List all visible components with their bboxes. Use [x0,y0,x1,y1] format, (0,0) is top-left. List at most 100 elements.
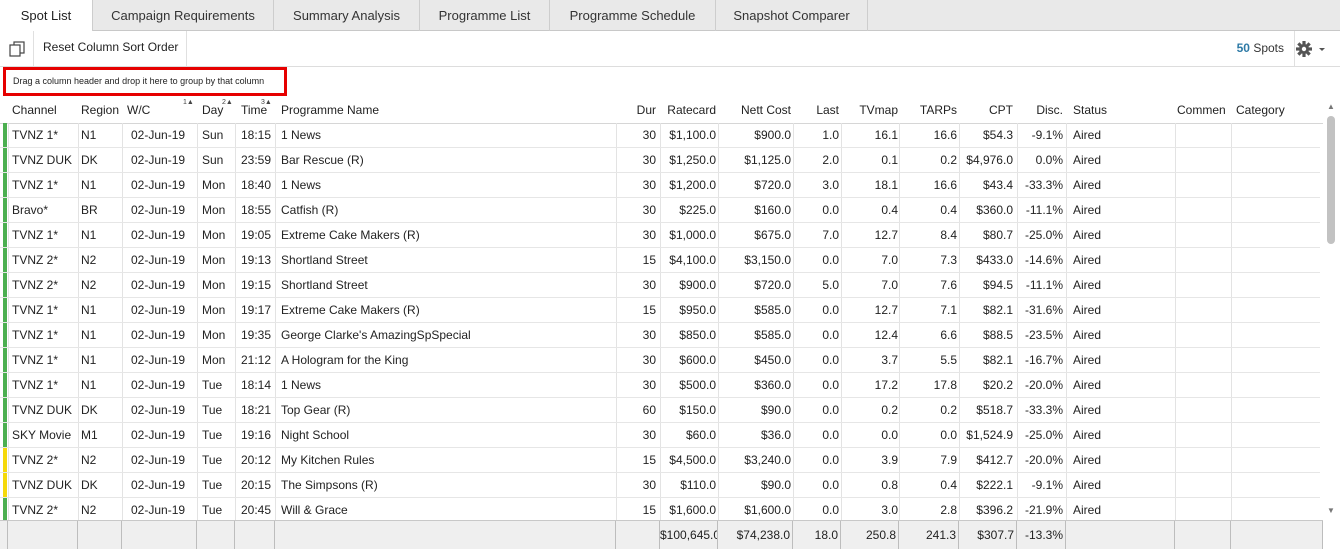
column-header-category[interactable]: Category [1236,98,1316,123]
grid-line [275,423,276,447]
cell-disc: -16.7% [1024,353,1063,367]
tab-snapshot-comparer[interactable]: Snapshot Comparer [716,0,868,31]
table-row[interactable]: TVNZ 1* N1 02-Jun-19 Mon 19:35 George Clarke'… [0,323,1320,348]
column-header-dur[interactable]: Dur [615,98,656,123]
cell-cpt: $222.1 [976,478,1013,492]
cell-tarps: 7.3 [940,253,957,267]
total-ratecard: $100,645.0 [660,521,718,549]
cell-time: 18:21 [241,403,272,417]
cell-tvmap: 0.0 [881,428,898,442]
column-header-programme-name[interactable]: Programme Name [281,98,611,123]
grid-line [197,298,198,322]
table-row[interactable]: TVNZ 2* N2 02-Jun-19 Mon 19:13 Shortland Stre… [0,248,1320,273]
column-header-region[interactable]: Region [81,98,126,123]
cell-dur: 30 [642,278,656,292]
table-row[interactable]: Bravo* BR 02-Jun-19 Mon 18:55 Catfish (R) 30 $2… [0,198,1320,223]
grid-line [1066,198,1067,222]
group-by-drop-zone[interactable]: Drag a column header and drop it here to… [3,67,287,96]
cell-status: Aired [1073,353,1102,367]
cell-programme-name: 1 News [281,128,322,142]
tab-summary-analysis[interactable]: Summary Analysis [274,0,420,31]
copy-icon[interactable] [6,38,28,60]
cell-day: Sun [202,153,224,167]
column-header-nett-cost[interactable]: Nett Cost [720,98,791,123]
reset-column-sort-button[interactable]: Reset Column Sort Order [43,40,178,54]
grid-line [1066,398,1067,422]
grid-line [197,423,198,447]
grid-line [1175,323,1176,347]
table-row[interactable]: TVNZ 1* N1 02-Jun-19 Sun 18:15 1 News 30 $1,100… [0,123,1320,148]
column-header-commen[interactable]: Commen [1177,98,1233,123]
cell-tarps: 2.8 [940,503,957,517]
cell-ratecard: $4,500.0 [669,453,716,467]
column-header-tvmap[interactable]: TVmap [842,98,898,123]
cell-cpt: $360.0 [976,203,1013,217]
cell-region: N1 [81,178,97,192]
table-row[interactable]: TVNZ 2* N2 02-Jun-19 Mon 19:15 Shortland Stre… [0,273,1320,298]
cell-last: 2.0 [822,153,839,167]
column-header-ratecard[interactable]: Ratecard [659,98,716,123]
cell-time: 18:14 [241,378,272,392]
cell-region: N2 [81,253,97,267]
tab-spot-list[interactable]: Spot List [0,0,93,32]
vertical-scrollbar[interactable]: ▲ ▼ [1324,98,1338,520]
column-header-tarps[interactable]: TARPs [901,98,957,123]
cell-last: 0.0 [822,328,839,342]
scrollbar-thumb[interactable] [1327,116,1335,244]
cell-tarps: 7.1 [940,303,957,317]
table-row[interactable]: TVNZ DUK DK 02-Jun-19 Tue 20:15 The Simpsons … [0,473,1320,498]
scroll-down-arrow-icon[interactable]: ▼ [1326,506,1336,516]
tab-programme-list[interactable]: Programme List [420,0,550,31]
column-header-status[interactable]: Status [1073,98,1173,123]
grid-line [275,473,276,497]
table-row[interactable]: TVNZ 2* N2 02-Jun-19 Tue 20:12 My Kitchen Rul… [0,448,1320,473]
table-row[interactable]: TVNZ 1* N1 02-Jun-19 Mon 21:12 A Hologram for… [0,348,1320,373]
cell-disc: 0.0% [1035,153,1063,167]
total-disc: -13.3% [1017,521,1066,549]
grid-line [1175,373,1176,397]
cell-programme-name: Bar Rescue (R) [281,153,364,167]
grid-line [275,448,276,472]
cell-category [1236,323,1316,348]
settings-gear-icon[interactable] [1294,38,1328,60]
cell-status: Aired [1073,478,1102,492]
column-header-channel[interactable]: Channel [12,98,80,123]
scroll-up-arrow-icon[interactable]: ▲ [1326,102,1336,112]
cell-nett-cost: $585.0 [754,328,791,342]
tab-programme-schedule[interactable]: Programme Schedule [550,0,716,31]
grid-line [1175,348,1176,372]
cell-commen [1177,448,1233,473]
cell-tarps: 16.6 [933,128,957,142]
cell-day: Tue [202,428,223,442]
table-row[interactable]: TVNZ DUK DK 02-Jun-19 Tue 18:21 Top Gear (R) 6… [0,398,1320,423]
column-header-disc[interactable]: Disc. [1016,98,1063,123]
cell-commen [1177,198,1233,223]
cell-day: Mon [202,253,226,267]
cell-w-c: 02-Jun-19 [131,178,186,192]
table-row[interactable]: TVNZ 1* N1 02-Jun-19 Tue 18:14 1 News 30 $500.0… [0,373,1320,398]
table-row[interactable]: TVNZ 2* N2 02-Jun-19 Tue 20:45 Will & Grace 15… [0,498,1320,520]
cell-cpt: $80.7 [982,228,1013,242]
grid-line [197,223,198,247]
column-header-cpt[interactable]: CPT [960,98,1013,123]
cell-nett-cost: $36.0 [760,428,791,442]
table-row[interactable]: TVNZ DUK DK 02-Jun-19 Sun 23:59 Bar Rescue (R… [0,148,1320,173]
table-row[interactable]: TVNZ 1* N1 02-Jun-19 Mon 19:17 Extreme Cake M… [0,298,1320,323]
grid-line [899,148,900,172]
cell-w-c: 02-Jun-19 [131,378,186,392]
table-row[interactable]: TVNZ 1* N1 02-Jun-19 Mon 18:40 1 News 30 $1,200… [0,173,1320,198]
table-row[interactable]: SKY Movie M1 02-Jun-19 Tue 19:16 Night School… [0,423,1320,448]
tab-campaign-requirements[interactable]: Campaign Requirements [93,0,274,31]
table-row[interactable]: TVNZ 1* N1 02-Jun-19 Mon 19:05 Extreme Cake M… [0,223,1320,248]
grid-line [1175,248,1176,272]
cell-nett-cost: $3,240.0 [744,453,791,467]
grid-line [1066,423,1067,447]
cell-disc: -14.6% [1024,253,1063,267]
grid-line [718,448,719,472]
grid-line [1175,148,1176,172]
cell-nett-cost: $1,125.0 [744,153,791,167]
grid-line [899,248,900,272]
grid-line [275,273,276,297]
cell-dur: 30 [642,428,656,442]
column-header-last[interactable]: Last [794,98,839,123]
